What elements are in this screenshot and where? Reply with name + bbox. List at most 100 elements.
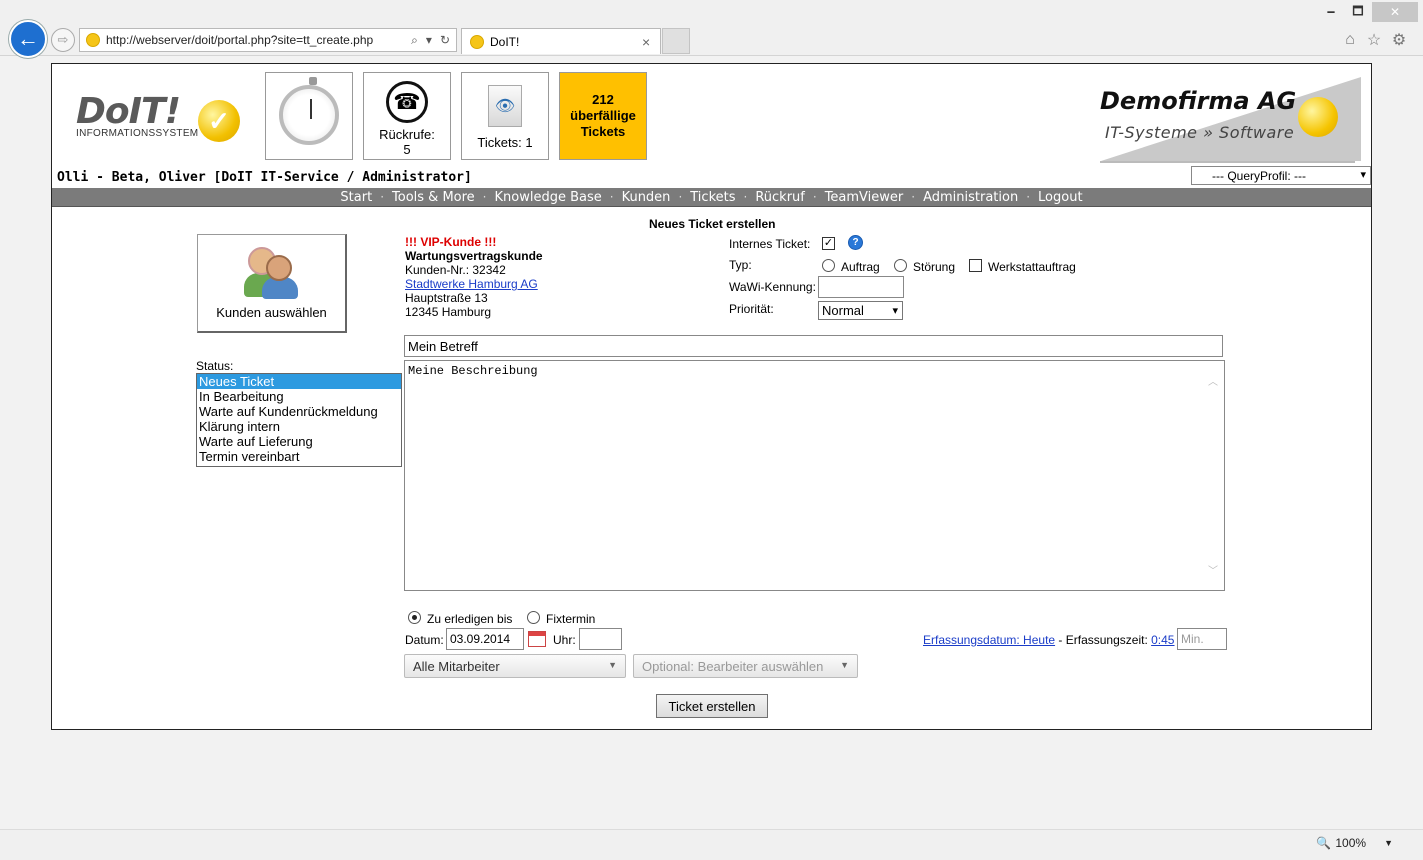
menu-item-rueckruf[interactable]: Rückruf <box>755 190 805 205</box>
minutes-input[interactable]: Min. <box>1177 628 1227 650</box>
favorites-star-icon[interactable]: ☆ <box>1364 30 1384 50</box>
overdue-tickets-button[interactable]: 212 überfällige Tickets <box>559 72 647 160</box>
settings-gear-icon[interactable]: ⚙ <box>1389 30 1409 50</box>
forward-arrow-icon: ⇨ <box>57 32 69 47</box>
select-customer-button[interactable]: Kunden auswählen <box>197 234 347 333</box>
overdue-label-1: überfällige <box>570 108 636 123</box>
status-option[interactable]: Warte auf Lieferung <box>197 434 401 449</box>
scroll-down-icon[interactable]: ﹀ <box>1208 562 1218 578</box>
assignee-select[interactable]: Optional: Bearbeiter auswählen ▼ <box>633 654 858 678</box>
capture-date-link[interactable]: Erfassungsdatum: Heute <box>923 633 1055 647</box>
staff-select[interactable]: Alle Mitarbeiter ▼ <box>404 654 626 678</box>
priority-select[interactable]: Normal ▾ <box>818 301 903 320</box>
search-icon[interactable]: ⌕ <box>411 33 418 48</box>
date-label: Datum: <box>405 633 444 647</box>
maximize-button[interactable]: 🗖 <box>1345 2 1371 22</box>
tickets-label: Tickets: 1 <box>477 135 533 150</box>
capture-time-link[interactable]: 0:45 <box>1151 633 1174 647</box>
phone-icon: ☎ <box>386 81 428 123</box>
forward-button[interactable]: ⇨ <box>51 28 75 52</box>
company-logo: Demofirma AG IT-Systeme » Software <box>1095 77 1361 163</box>
back-button[interactable]: ← <box>9 20 47 58</box>
wawi-input[interactable] <box>818 276 904 298</box>
doit-logo[interactable]: DoIT! INFORMATIONSSYSTEM ✓ <box>76 92 246 144</box>
address-bar-actions: ⌕ ▾ ↻ <box>411 33 456 48</box>
overdue-count: 212 <box>592 92 614 107</box>
help-icon[interactable]: ? <box>848 235 863 250</box>
callbacks-count: 5 <box>403 142 411 157</box>
query-profile-select[interactable]: --- QueryProfil: --- ▾ <box>1191 166 1371 185</box>
type-stoerung-label: Störung <box>913 260 956 274</box>
internal-ticket-label: Internes Ticket: <box>729 237 811 251</box>
callbacks-label: Rückrufe: <box>379 127 435 142</box>
site-favicon-icon <box>86 33 100 47</box>
type-radio-auftrag[interactable] <box>822 259 835 272</box>
menu-item-teamviewer[interactable]: TeamViewer <box>825 190 904 205</box>
menu-item-kunden[interactable]: Kunden <box>622 190 671 205</box>
menu-item-tickets[interactable]: Tickets <box>690 190 735 205</box>
create-ticket-button[interactable]: Ticket erstellen <box>656 694 768 718</box>
priority-label: Priorität: <box>729 302 774 316</box>
status-option[interactable]: Neues Ticket <box>197 374 401 389</box>
vip-badge: !!! VIP-Kunde !!! <box>405 235 497 249</box>
back-arrow-icon: ← <box>17 26 39 51</box>
calendar-icon[interactable] <box>528 631 546 647</box>
due-by-radio[interactable] <box>408 611 421 624</box>
subject-input[interactable]: Mein Betreff <box>404 335 1223 357</box>
select-customer-label: Kunden auswählen <box>216 305 327 320</box>
menu-item-tools[interactable]: Tools & More <box>392 190 475 205</box>
status-option[interactable]: In Bearbeitung <box>197 389 401 404</box>
company-slogan: IT-Systeme » Software <box>1105 123 1295 142</box>
minimize-button[interactable]: 🗕 <box>1318 2 1344 22</box>
new-tab-button[interactable] <box>662 28 690 54</box>
address-bar[interactable]: http://webserver/doit/portal.php?site=tt… <box>79 28 457 52</box>
status-option[interactable]: Termin vereinbart <box>197 449 401 464</box>
chevron-down-icon: ▾ <box>892 305 898 317</box>
current-user: Olli - Beta, Oliver [DoIT IT-Service / A… <box>57 170 472 185</box>
menu-item-logout[interactable]: Logout <box>1038 190 1083 205</box>
scroll-up-icon[interactable]: ︿ <box>1208 373 1218 389</box>
dropdown-arrow-icon[interactable]: ▾ <box>426 33 432 48</box>
close-tab-icon[interactable]: × <box>642 34 660 50</box>
customer-name-link[interactable]: Stadtwerke Hamburg AG <box>405 277 538 291</box>
home-icon[interactable]: ⌂ <box>1340 30 1360 50</box>
date-input[interactable]: 03.09.2014 <box>446 628 524 650</box>
time-input[interactable] <box>579 628 622 650</box>
menu-item-administration[interactable]: Administration <box>923 190 1018 205</box>
status-option[interactable]: Warte auf Kundenrückmeldung <box>197 404 401 419</box>
type-radio-stoerung[interactable] <box>894 259 907 272</box>
workshop-order-label: Werkstattauftrag <box>988 260 1076 274</box>
document-eye-icon: 👁 <box>488 85 522 127</box>
customer-city: 12345 Hamburg <box>405 305 492 319</box>
url-text[interactable]: http://webserver/doit/portal.php?site=tt… <box>106 33 411 47</box>
status-listbox[interactable]: Neues Ticket In Bearbeitung Warte auf Ku… <box>196 373 402 467</box>
tickets-button[interactable]: 👁 Tickets: 1 <box>461 72 549 160</box>
zoom-control[interactable]: 🔍 100% ▼ <box>1316 836 1393 850</box>
workshop-order-checkbox[interactable] <box>969 259 982 272</box>
stopwatch-button[interactable] <box>265 72 353 160</box>
menu-item-knowledge-base[interactable]: Knowledge Base <box>495 190 602 205</box>
status-option[interactable]: Klärung intern <box>197 419 401 434</box>
menu-item-start[interactable]: Start <box>340 190 372 205</box>
time-label: Uhr: <box>553 633 576 647</box>
logo-check-icon: ✓ <box>198 100 240 142</box>
contract-type: Wartungsvertragskunde <box>405 249 543 263</box>
internal-ticket-checkbox[interactable]: ✓ <box>822 237 835 250</box>
close-window-button[interactable]: ✕ <box>1372 2 1418 22</box>
refresh-icon[interactable]: ↻ <box>440 33 450 48</box>
overdue-label-2: Tickets <box>580 124 626 139</box>
due-by-label: Zu erledigen bis <box>427 612 513 626</box>
customer-info: !!! VIP-Kunde !!! Wartungsvertragskunde … <box>405 235 543 319</box>
browser-toolbar: ← ⇨ http://webserver/doit/portal.php?sit… <box>0 0 1423 58</box>
tab-title: DoIT! <box>490 34 520 49</box>
fixed-date-radio[interactable] <box>527 611 540 624</box>
page-title: Neues Ticket erstellen <box>649 217 776 231</box>
status-label: Status: <box>196 359 234 373</box>
description-textarea[interactable]: Meine Beschreibung ︿ ﹀ <box>404 360 1225 591</box>
chevron-down-icon: ▾ <box>1360 169 1366 181</box>
zoom-icon: 🔍 <box>1316 836 1332 850</box>
customers-icon <box>243 247 300 299</box>
capture-info: Erfassungsdatum: Heute - Erfassungszeit:… <box>923 633 1175 647</box>
callbacks-button[interactable]: ☎ Rückrufe: 5 <box>363 72 451 160</box>
browser-tab[interactable]: DoIT! × <box>461 28 661 54</box>
